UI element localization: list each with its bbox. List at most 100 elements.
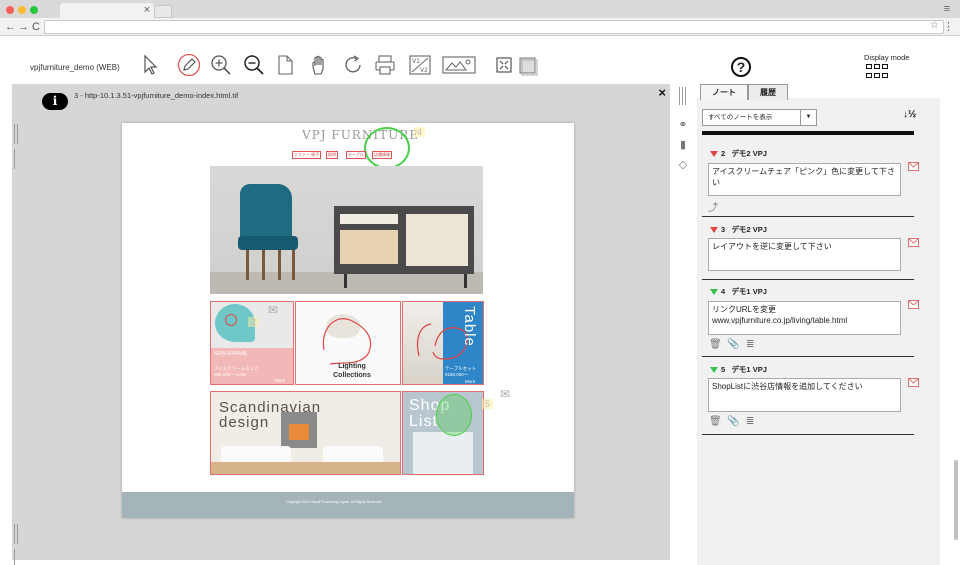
info-icon[interactable]: i: [42, 93, 68, 110]
reply-icon[interactable]: ⤴: [708, 199, 718, 214]
link-icon[interactable]: ⚭: [676, 118, 690, 132]
left-resize-handle-bottom[interactable]: [14, 524, 22, 565]
maximize-window-button[interactable]: [30, 6, 38, 14]
back-icon[interactable]: ←: [5, 20, 16, 34]
forward-icon[interactable]: →: [18, 20, 29, 34]
reload-icon[interactable]: C: [32, 20, 40, 34]
status-triangle-icon: [710, 227, 718, 234]
display-mode-label: Display mode: [864, 53, 910, 62]
note-header[interactable]: 2 デモ2 VPJ: [710, 148, 767, 159]
footer-copyright: Copyright 2016 Visual Processing Japan. …: [286, 500, 383, 504]
green-annotation-circle[interactable]: [364, 127, 410, 169]
cursor-icon[interactable]: [138, 53, 162, 77]
note-header[interactable]: 3 デモ2 VPJ: [710, 224, 767, 235]
browser-menu-icon[interactable]: ⋮: [943, 20, 954, 33]
paperclip-icon[interactable]: 📎: [727, 339, 739, 350]
lighting-tile[interactable]: Lighting Collections: [295, 301, 401, 385]
display-mode-grid-icon[interactable]: [866, 64, 888, 80]
profile-icon[interactable]: ≡: [944, 3, 950, 15]
tile-product-title: NEW ARRIVAL: [214, 351, 248, 357]
stack-icon[interactable]: ▮: [676, 138, 690, 152]
table-more-link[interactable]: More: [465, 379, 475, 384]
new-tab-button[interactable]: [154, 5, 172, 18]
close-window-button[interactable]: [6, 6, 14, 14]
close-viewer-icon[interactable]: ×: [658, 85, 666, 100]
design-title: design: [219, 414, 270, 431]
notes-filter-select[interactable]: すべてのノートを表示 ▼: [702, 109, 817, 126]
browser-address-bar: ← → C ☆ ⋮: [0, 18, 960, 36]
sort-icon[interactable]: ↓½: [903, 109, 916, 120]
note-envelope-icon[interactable]: ✉: [268, 303, 278, 317]
panel-resize-handle[interactable]: [679, 87, 689, 105]
site-nav-item: ソファー 椅子: [292, 151, 322, 159]
document-viewer[interactable]: i 3 - http-10.1.3.51-vpjfurniture_demo-i…: [12, 84, 670, 565]
note-envelope-icon[interactable]: ✉: [500, 387, 510, 401]
scandinavian-tile[interactable]: Scandinavian design: [210, 391, 401, 475]
status-triangle-icon: [710, 151, 718, 158]
zoom-out-icon[interactable]: [242, 53, 266, 77]
lighting-label: Lighting Collections: [333, 363, 371, 379]
note-text[interactable]: アイスクリームチェア「ピンク」色に変更して下さい: [708, 163, 901, 196]
note-separator: [702, 356, 914, 357]
image-compare-icon[interactable]: [442, 53, 476, 77]
bookmark-star-icon[interactable]: ☆: [930, 20, 939, 31]
note-marker-5[interactable]: 5: [482, 399, 494, 409]
document-page: VPJ FURNITURE 4 ソファー 椅子 照明 テーブル 店舗情報 NEW…: [122, 123, 574, 518]
browser-tab-bar: × ≡: [0, 0, 960, 18]
left-resize-handle[interactable]: [14, 124, 22, 169]
note-text[interactable]: レイアウトを逆に変更して下さい: [708, 238, 901, 271]
note-text[interactable]: リンクURLを変更 www.vpjfurniture.co.jp/living/…: [708, 301, 901, 335]
trash-icon[interactable]: 🗑: [709, 339, 722, 350]
tab-history[interactable]: 履歴: [748, 84, 788, 100]
note-separator: [702, 279, 914, 280]
tab-notes[interactable]: ノート: [700, 84, 748, 100]
trash-icon[interactable]: 🗑: [709, 416, 722, 427]
status-triangle-icon: [710, 367, 718, 374]
note-marker-4[interactable]: 4: [414, 127, 426, 137]
close-tab-icon[interactable]: ×: [144, 3, 150, 18]
site-footer: Copyright 2016 Visual Processing Japan. …: [122, 492, 574, 518]
page-scrollbar[interactable]: [954, 460, 958, 540]
note-flag-icon[interactable]: [908, 300, 919, 309]
product-tile-chair[interactable]: NEW ARRIVAL アイスクリームチェア ¥80,000〜 Color Mo…: [210, 301, 294, 385]
chevron-down-icon[interactable]: ▼: [800, 110, 816, 125]
table-price: ¥150,000〜: [445, 372, 469, 377]
green-annotation-circle[interactable]: [436, 394, 472, 436]
note-flag-icon[interactable]: [908, 238, 919, 247]
paperclip-icon[interactable]: 📎: [727, 416, 739, 427]
note-marker-2[interactable]: 2: [248, 317, 260, 327]
document-title: 3 - http-10.1.3.51-vpjfurniture_demo-ind…: [74, 91, 239, 100]
svg-text:V2: V2: [420, 67, 428, 74]
help-icon[interactable]: ?: [731, 57, 751, 77]
table-tile[interactable]: Table テーブルセット ¥150,000〜 More: [402, 301, 484, 385]
note-header[interactable]: 4 デモ1 VPJ: [710, 286, 767, 297]
hand-icon[interactable]: [307, 53, 331, 77]
database-icon[interactable]: ≣: [746, 339, 754, 350]
tile-more-link[interactable]: More: [275, 378, 285, 383]
minimize-window-button[interactable]: [18, 6, 26, 14]
pencil-icon[interactable]: [177, 53, 201, 77]
note-flag-icon[interactable]: [908, 378, 919, 387]
browser-tab[interactable]: ×: [60, 3, 154, 18]
zoom-in-icon[interactable]: [209, 53, 233, 77]
note-separator: [702, 216, 914, 217]
scandinavian-title: Scandinavian: [219, 399, 322, 416]
database-icon[interactable]: ≣: [746, 416, 754, 427]
tag-icon[interactable]: ◇: [676, 158, 690, 172]
url-input[interactable]: ☆: [44, 20, 944, 34]
note-header[interactable]: 5 デモ1 VPJ: [710, 364, 767, 375]
app-title: vpjfurniture_demo (WEB): [30, 63, 120, 72]
note-flag-icon[interactable]: [908, 162, 919, 171]
compare-icon[interactable]: V1 V2: [408, 53, 432, 77]
fit-icon[interactable]: [492, 53, 516, 77]
site-nav-item: テーブル: [346, 151, 366, 159]
tile-product-price: ¥80,000〜 Color: [214, 372, 247, 377]
panel-icon[interactable]: [516, 53, 540, 77]
rotate-icon[interactable]: [341, 53, 365, 77]
print-icon[interactable]: [373, 53, 397, 77]
svg-text:V1: V1: [412, 58, 420, 65]
note-separator: [702, 434, 914, 435]
note-text[interactable]: ShopListに渋谷店情報を追加してください: [708, 378, 901, 412]
site-nav-item: 照明: [326, 151, 338, 159]
page-icon[interactable]: [273, 53, 297, 77]
